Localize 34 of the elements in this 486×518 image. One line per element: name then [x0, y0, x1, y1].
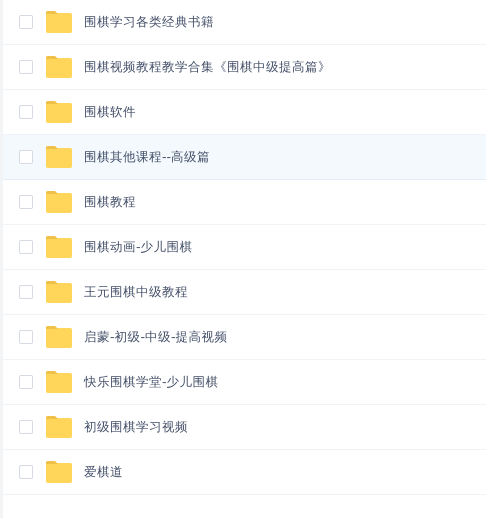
checkbox[interactable]: [19, 240, 33, 254]
folder-name[interactable]: 围棋软件: [84, 102, 136, 122]
checkbox[interactable]: [19, 420, 33, 434]
folder-icon: [46, 101, 72, 123]
folder-name[interactable]: 围棋动画-少儿围棋: [84, 238, 193, 256]
folder-icon: [46, 326, 72, 348]
folder-name[interactable]: 围棋教程: [84, 192, 136, 212]
folder-icon: [46, 461, 72, 483]
folder-row[interactable]: 围棋其他课程--高级篇: [3, 135, 486, 180]
checkbox[interactable]: [19, 15, 33, 29]
folder-name[interactable]: 围棋其他课程--高级篇: [84, 148, 210, 166]
checkbox[interactable]: [19, 285, 33, 299]
checkbox[interactable]: [19, 465, 33, 479]
checkbox[interactable]: [19, 60, 33, 74]
folder-icon: [46, 236, 72, 258]
checkbox[interactable]: [19, 150, 33, 164]
folder-name[interactable]: 启蒙-初级-中级-提高视频: [84, 328, 228, 346]
checkbox[interactable]: [19, 330, 33, 344]
folder-name[interactable]: 围棋学习各类经典书籍: [84, 12, 214, 32]
folder-name[interactable]: 初级围棋学习视频: [84, 418, 188, 436]
checkbox[interactable]: [19, 195, 33, 209]
folder-name[interactable]: 爱棋道: [84, 462, 123, 482]
checkbox[interactable]: [19, 105, 33, 119]
folder-icon: [46, 11, 72, 33]
folder-icon: [46, 281, 72, 303]
checkbox[interactable]: [19, 375, 33, 389]
folder-icon: [46, 371, 72, 393]
folder-icon: [46, 416, 72, 438]
folder-icon: [46, 191, 72, 213]
folder-icon: [46, 146, 72, 168]
folder-name[interactable]: 王元围棋中级教程: [84, 282, 188, 302]
folder-icon: [46, 56, 72, 78]
folder-name[interactable]: 围棋视频教程教学合集《围棋中级提高篇》: [84, 58, 331, 76]
folder-name[interactable]: 快乐围棋学堂-少儿围棋: [84, 372, 219, 392]
